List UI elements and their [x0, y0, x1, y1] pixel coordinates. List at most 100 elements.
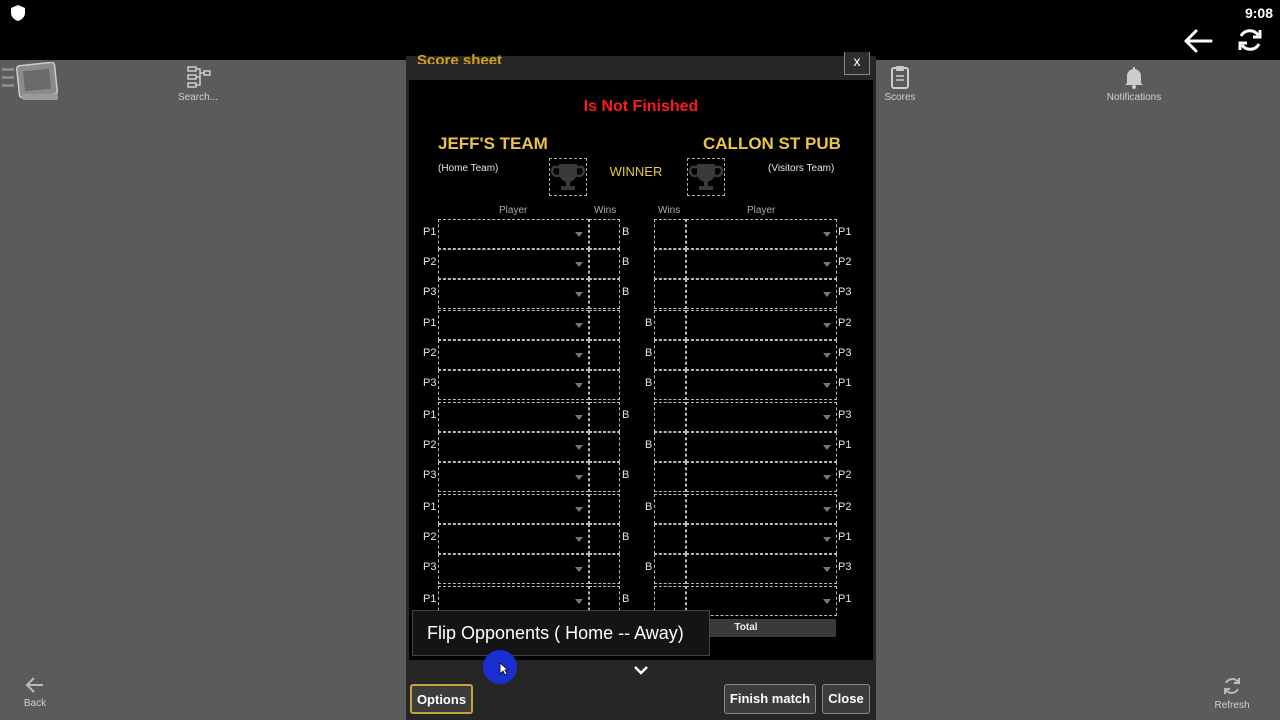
back-arrow-icon[interactable]	[1183, 28, 1213, 54]
home-player-select[interactable]	[438, 462, 589, 492]
dropdown-caret-icon	[823, 292, 831, 297]
home-player-select[interactable]	[438, 340, 589, 370]
app-logo[interactable]	[2, 62, 60, 104]
header-player-left: Player	[499, 205, 528, 216]
visitor-wins-input[interactable]	[654, 340, 686, 370]
table-row: P2 B P2	[409, 249, 873, 279]
home-wins-input[interactable]	[589, 340, 620, 370]
home-wins-input[interactable]	[589, 432, 620, 462]
back-nav[interactable]: Back	[0, 676, 70, 709]
home-wins-input[interactable]	[589, 249, 620, 279]
dropdown-caret-icon	[823, 445, 831, 450]
home-position-label: P2	[423, 531, 437, 543]
visitor-player-select[interactable]	[686, 524, 837, 554]
visitor-player-select[interactable]	[686, 340, 837, 370]
visitor-player-select[interactable]	[686, 432, 837, 462]
home-wins-input[interactable]	[589, 370, 620, 400]
trophy-icon	[688, 164, 724, 190]
home-trophy-toggle[interactable]	[549, 158, 587, 196]
visitor-position-label: P2	[838, 469, 852, 481]
dropdown-caret-icon	[823, 323, 831, 328]
visitor-wins-input[interactable]	[654, 524, 686, 554]
visitor-position-label: P1	[838, 439, 852, 451]
dialog-close-x-button[interactable]: x	[844, 52, 870, 75]
home-player-select[interactable]	[438, 279, 589, 309]
home-position-label: P1	[423, 409, 437, 421]
visitor-player-select[interactable]	[686, 402, 837, 432]
refresh-nav[interactable]: Refresh	[1197, 676, 1267, 711]
visitor-player-select[interactable]	[686, 370, 837, 400]
break-indicator: B	[645, 377, 653, 389]
visitor-player-select[interactable]	[686, 310, 837, 340]
home-position-label: P1	[423, 226, 437, 238]
home-wins-input[interactable]	[589, 462, 620, 492]
home-player-select[interactable]	[438, 310, 589, 340]
dropdown-caret-icon	[575, 567, 583, 572]
visitor-wins-input[interactable]	[654, 279, 686, 309]
finish-match-button[interactable]: Finish match	[724, 684, 816, 714]
visitor-wins-input[interactable]	[654, 462, 686, 492]
visitor-position-label: P3	[838, 286, 852, 298]
home-player-select[interactable]	[438, 402, 589, 432]
back-arrow-icon	[25, 677, 43, 693]
home-position-label: P3	[423, 561, 437, 573]
home-wins-input[interactable]	[589, 524, 620, 554]
dropdown-caret-icon	[575, 475, 583, 480]
home-player-select[interactable]	[438, 554, 589, 584]
flip-opponents-tooltip[interactable]: Flip Opponents ( Home -- Away)	[412, 610, 710, 656]
scores-label: Scores	[884, 92, 916, 103]
home-wins-input[interactable]	[589, 310, 620, 340]
visitor-wins-input[interactable]	[654, 402, 686, 432]
close-button[interactable]: Close	[822, 684, 870, 714]
home-player-select[interactable]	[438, 524, 589, 554]
home-wins-input[interactable]	[589, 402, 620, 432]
home-player-select[interactable]	[438, 249, 589, 279]
dropdown-caret-icon	[575, 232, 583, 237]
home-player-select[interactable]	[438, 432, 589, 462]
visitor-wins-input[interactable]	[654, 494, 686, 524]
visitor-player-select[interactable]	[686, 249, 837, 279]
break-indicator: B	[622, 593, 630, 605]
refresh-icon[interactable]	[1236, 26, 1264, 54]
home-wins-input[interactable]	[589, 279, 620, 309]
dropdown-caret-icon	[823, 415, 831, 420]
visitor-player-select[interactable]	[686, 462, 837, 492]
dropdown-caret-icon	[823, 383, 831, 388]
visitor-player-select[interactable]	[686, 279, 837, 309]
break-indicator: B	[645, 317, 653, 329]
notifications-nav[interactable]: Notifications	[1089, 64, 1179, 103]
dropdown-caret-icon	[575, 353, 583, 358]
dropdown-caret-icon	[575, 537, 583, 542]
dropdown-caret-icon	[575, 292, 583, 297]
home-position-label: P1	[423, 593, 437, 605]
home-player-select[interactable]	[438, 219, 589, 249]
table-row: P3 B P3	[409, 279, 873, 309]
search-nav[interactable]: Search...	[153, 64, 243, 103]
visitor-player-select[interactable]	[686, 494, 837, 524]
visitor-player-select[interactable]	[686, 219, 837, 249]
home-wins-input[interactable]	[589, 494, 620, 524]
break-indicator: B	[645, 439, 653, 451]
clock: 9:08	[1244, 5, 1273, 21]
break-indicator: B	[645, 347, 653, 359]
refresh-label: Refresh	[1214, 700, 1250, 711]
break-indicator: B	[622, 226, 630, 238]
chevron-down-icon[interactable]	[633, 664, 649, 676]
visitor-wins-input[interactable]	[654, 432, 686, 462]
visitor-trophy-toggle[interactable]	[687, 158, 725, 196]
visitor-wins-input[interactable]	[654, 554, 686, 584]
visitor-player-select[interactable]	[686, 554, 837, 584]
table-row: P1 B P2	[409, 494, 873, 524]
home-wins-input[interactable]	[589, 554, 620, 584]
options-button[interactable]: Options	[410, 684, 473, 714]
home-player-select[interactable]	[438, 370, 589, 400]
visitor-wins-input[interactable]	[654, 310, 686, 340]
home-team-name: JEFF'S TEAM	[438, 134, 548, 153]
visitor-wins-input[interactable]	[654, 370, 686, 400]
home-player-select[interactable]	[438, 494, 589, 524]
home-wins-input[interactable]	[589, 219, 620, 249]
visitor-wins-input[interactable]	[654, 219, 686, 249]
table-row: P2 B P1	[409, 432, 873, 462]
dropdown-caret-icon	[823, 507, 831, 512]
visitor-wins-input[interactable]	[654, 249, 686, 279]
